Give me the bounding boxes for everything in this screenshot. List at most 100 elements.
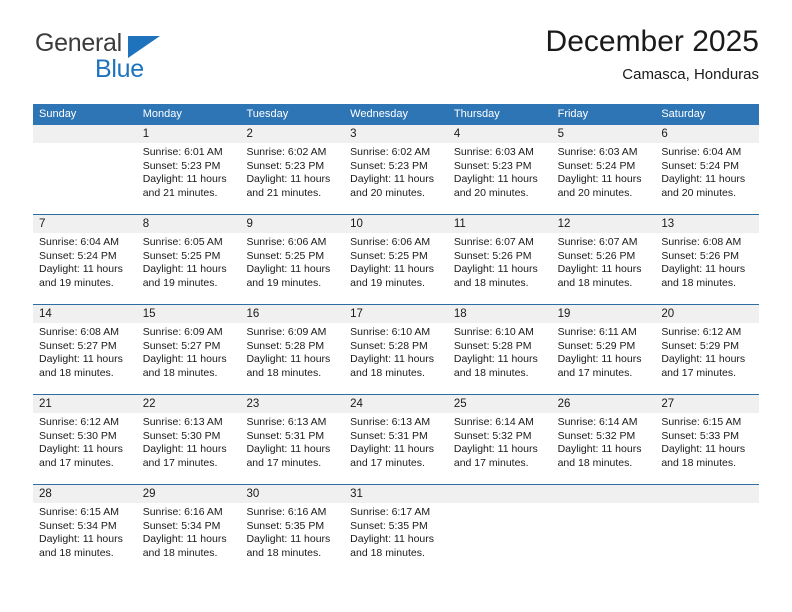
day-details: Sunrise: 6:08 AM Sunset: 5:27 PM Daylight:… xyxy=(33,323,137,380)
sunset-text: Sunset: 5:24 PM xyxy=(39,249,117,262)
daylight-text-line1: Daylight: 11 hours xyxy=(661,173,746,185)
daylight-text-line1: Daylight: 11 hours xyxy=(39,533,123,545)
sunrise-text: Sunrise: 6:03 AM xyxy=(557,146,638,158)
day-number: 25 xyxy=(447,395,552,413)
calendar-day-cell[interactable]: 7 Sunrise: 6:04 AM Sunset: 5:24 PM Daylight… xyxy=(33,215,137,304)
sunset-text: Sunset: 5:31 PM xyxy=(350,429,428,442)
calendar-weeks: 1 Sunrise: 6:01 AM Sunset: 5:23 PM Daylight… xyxy=(33,125,760,574)
calendar-day-cell[interactable]: 6 Sunrise: 6:04 AM Sunset: 5:24 PM Daylight… xyxy=(655,125,760,214)
daylight-text-line1: Daylight: 11 hours xyxy=(350,353,435,365)
calendar-day-cell[interactable]: 29 Sunrise: 6:16 AM Sunset: 5:34 PM Dayligh… xyxy=(136,485,241,574)
daylight-text-line2: and 18 minutes. xyxy=(557,456,633,469)
calendar-day-cell[interactable]: 18 Sunrise: 6:10 AM Sunset: 5:28 PM Dayligh… xyxy=(447,305,552,394)
calendar-day-cell[interactable]: 30 Sunrise: 6:16 AM Sunset: 5:35 PM Dayligh… xyxy=(240,485,345,574)
calendar-day-cell[interactable]: 12 Sunrise: 6:07 AM Sunset: 5:26 PM Dayligh… xyxy=(551,215,656,304)
calendar-day-cell[interactable]: 4 Sunrise: 6:03 AM Sunset: 5:23 PM Daylight… xyxy=(447,125,552,214)
daylight-text-line2: and 18 minutes. xyxy=(142,366,218,379)
sunrise-text: Sunrise: 6:13 AM xyxy=(246,416,327,428)
sunrise-text: Sunrise: 6:08 AM xyxy=(39,326,119,338)
day-details: Sunrise: 6:06 AM Sunset: 5:25 PM Daylight:… xyxy=(240,233,344,290)
calendar-grid: Sunday Monday Tuesday Wednesday Thursday Frid… xyxy=(33,104,760,574)
daylight-text-line2: and 18 minutes. xyxy=(246,546,322,559)
day-number: 22 xyxy=(136,395,241,413)
brand-logo[interactable]: General Blue xyxy=(33,26,253,88)
calendar-day-cell-empty xyxy=(447,485,552,574)
day-details: Sunrise: 6:11 AM Sunset: 5:29 PM Daylight:… xyxy=(552,323,656,380)
day-number: 12 xyxy=(551,215,656,233)
calendar-day-cell[interactable]: 23 Sunrise: 6:13 AM Sunset: 5:31 PM Dayligh… xyxy=(240,395,345,484)
sunrise-text: Sunrise: 6:14 AM xyxy=(557,416,638,428)
calendar-day-cell[interactable]: 8 Sunrise: 6:05 AM Sunset: 5:25 PM Daylight… xyxy=(136,215,241,304)
daylight-text-line2: and 18 minutes. xyxy=(557,276,633,289)
sunset-text: Sunset: 5:24 PM xyxy=(661,159,739,172)
day-details: Sunrise: 6:02 AM Sunset: 5:23 PM Daylight:… xyxy=(344,143,448,200)
calendar-week-row: 7 Sunrise: 6:04 AM Sunset: 5:24 PM Daylight… xyxy=(33,214,760,304)
day-number: 6 xyxy=(655,125,760,143)
sunset-text: Sunset: 5:25 PM xyxy=(246,249,325,262)
daylight-text-line1: Daylight: 11 hours xyxy=(246,353,331,365)
calendar-day-cell[interactable]: 27 Sunrise: 6:15 AM Sunset: 5:33 PM Dayligh… xyxy=(655,395,760,484)
calendar-day-cell[interactable]: 13 Sunrise: 6:08 AM Sunset: 5:26 PM Dayligh… xyxy=(655,215,760,304)
calendar-day-cell[interactable]: 22 Sunrise: 6:13 AM Sunset: 5:30 PM Dayligh… xyxy=(136,395,241,484)
calendar-day-cell[interactable]: 24 Sunrise: 6:13 AM Sunset: 5:31 PM Dayligh… xyxy=(344,395,448,484)
daylight-text-line2: and 19 minutes. xyxy=(39,276,114,289)
sunrise-text: Sunrise: 6:17 AM xyxy=(350,506,431,518)
daylight-text-line2: and 17 minutes. xyxy=(246,456,322,469)
sunrise-text: Sunrise: 6:15 AM xyxy=(39,506,119,518)
day-number: 16 xyxy=(240,305,345,323)
calendar-week-row: 14 Sunrise: 6:08 AM Sunset: 5:27 PM Dayligh… xyxy=(33,304,760,394)
sunset-text: Sunset: 5:28 PM xyxy=(246,339,325,352)
day-details: Sunrise: 6:16 AM Sunset: 5:34 PM Daylight:… xyxy=(137,503,241,560)
sunset-text: Sunset: 5:27 PM xyxy=(39,339,117,352)
calendar-week-row: 28 Sunrise: 6:15 AM Sunset: 5:34 PM Dayligh… xyxy=(33,484,760,574)
calendar-day-cell[interactable]: 11 Sunrise: 6:07 AM Sunset: 5:26 PM Dayligh… xyxy=(447,215,552,304)
daylight-text-line1: Daylight: 11 hours xyxy=(557,353,642,365)
day-details: Sunrise: 6:05 AM Sunset: 5:25 PM Daylight:… xyxy=(137,233,241,290)
day-number: 15 xyxy=(136,305,241,323)
calendar-day-cell[interactable]: 28 Sunrise: 6:15 AM Sunset: 5:34 PM Dayligh… xyxy=(33,485,137,574)
sunrise-text: Sunrise: 6:01 AM xyxy=(142,146,223,158)
calendar-day-cell[interactable]: 17 Sunrise: 6:10 AM Sunset: 5:28 PM Dayligh… xyxy=(344,305,448,394)
calendar-day-cell[interactable]: 20 Sunrise: 6:12 AM Sunset: 5:29 PM Dayligh… xyxy=(655,305,760,394)
sunrise-text: Sunrise: 6:14 AM xyxy=(453,416,534,428)
daylight-text-line1: Daylight: 11 hours xyxy=(142,173,227,185)
day-number: 17 xyxy=(344,305,448,323)
calendar-day-cell[interactable]: 9 Sunrise: 6:06 AM Sunset: 5:25 PM Daylight… xyxy=(240,215,345,304)
day-number: 27 xyxy=(655,395,760,413)
calendar-day-cell[interactable]: 10 Sunrise: 6:06 AM Sunset: 5:25 PM Dayligh… xyxy=(344,215,448,304)
calendar-day-cell[interactable]: 21 Sunrise: 6:12 AM Sunset: 5:30 PM Dayligh… xyxy=(33,395,137,484)
daylight-text-line2: and 20 minutes. xyxy=(453,186,529,199)
calendar-day-cell[interactable]: 14 Sunrise: 6:08 AM Sunset: 5:27 PM Dayligh… xyxy=(33,305,137,394)
daylight-text-line2: and 17 minutes. xyxy=(661,366,737,379)
daylight-text-line2: and 21 minutes. xyxy=(142,186,218,199)
daylight-text-line1: Daylight: 11 hours xyxy=(350,443,435,455)
daylight-text-line2: and 18 minutes. xyxy=(142,546,218,559)
daylight-text-line2: and 20 minutes. xyxy=(557,186,633,199)
day-details: Sunrise: 6:06 AM Sunset: 5:25 PM Daylight:… xyxy=(344,233,448,290)
daylight-text-line1: Daylight: 11 hours xyxy=(557,263,642,275)
title-block: December 2025 Camasca, Honduras xyxy=(546,26,759,83)
sunset-text: Sunset: 5:26 PM xyxy=(557,249,636,262)
calendar-day-cell[interactable]: 31 Sunrise: 6:17 AM Sunset: 5:35 PM Dayligh… xyxy=(344,485,448,574)
day-number: 1 xyxy=(136,125,241,143)
sunset-text: Sunset: 5:29 PM xyxy=(661,339,739,352)
daylight-text-line2: and 19 minutes. xyxy=(142,276,218,289)
calendar-day-cell[interactable]: 26 Sunrise: 6:14 AM Sunset: 5:32 PM Dayligh… xyxy=(551,395,656,484)
day-details: Sunrise: 6:04 AM Sunset: 5:24 PM Daylight:… xyxy=(33,233,137,290)
day-details: Sunrise: 6:08 AM Sunset: 5:26 PM Daylight:… xyxy=(655,233,759,290)
daylight-text-line2: and 18 minutes. xyxy=(453,276,529,289)
calendar-day-cell[interactable]: 2 Sunrise: 6:02 AM Sunset: 5:23 PM Daylight… xyxy=(240,125,345,214)
calendar-day-cell[interactable]: 16 Sunrise: 6:09 AM Sunset: 5:28 PM Dayligh… xyxy=(240,305,345,394)
day-number: 7 xyxy=(33,215,137,233)
calendar-day-cell[interactable]: 5 Sunrise: 6:03 AM Sunset: 5:24 PM Daylight… xyxy=(551,125,656,214)
calendar-day-cell[interactable]: 3 Sunrise: 6:02 AM Sunset: 5:23 PM Daylight… xyxy=(344,125,448,214)
day-number: 10 xyxy=(344,215,448,233)
calendar-day-cell[interactable]: 25 Sunrise: 6:14 AM Sunset: 5:32 PM Dayligh… xyxy=(447,395,552,484)
sunset-text: Sunset: 5:26 PM xyxy=(661,249,739,262)
calendar-day-cell[interactable]: 19 Sunrise: 6:11 AM Sunset: 5:29 PM Dayligh… xyxy=(551,305,656,394)
calendar-day-cell[interactable]: 1 Sunrise: 6:01 AM Sunset: 5:23 PM Daylight… xyxy=(136,125,241,214)
calendar-day-cell[interactable]: 15 Sunrise: 6:09 AM Sunset: 5:27 PM Dayligh… xyxy=(136,305,241,394)
daylight-text-line1: Daylight: 11 hours xyxy=(661,263,746,275)
daylight-text-line1: Daylight: 11 hours xyxy=(39,353,123,365)
day-details: Sunrise: 6:13 AM Sunset: 5:31 PM Daylight:… xyxy=(344,413,448,470)
